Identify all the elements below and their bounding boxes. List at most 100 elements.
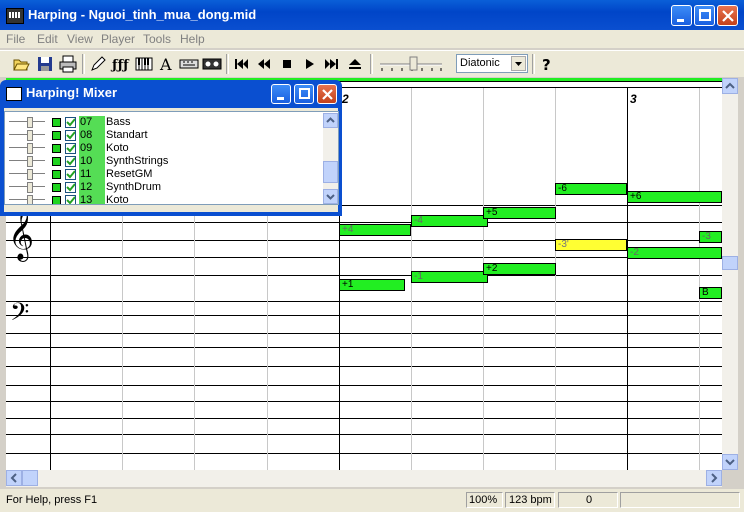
channel-checkbox[interactable] [65,182,76,193]
channel-checkbox[interactable] [65,156,76,167]
stop-icon[interactable] [277,54,297,74]
bass-clef-icon: 𝄢 [10,298,30,333]
mixer-scroll-up-button[interactable] [323,113,338,128]
eject-icon[interactable] [345,54,365,74]
title-bar[interactable]: Harping - Nguoi_tinh_mua_dong.mid [0,0,744,30]
channel-volume-slider[interactable] [9,195,45,204]
note-block[interactable]: -3' [555,239,627,251]
menu-edit[interactable]: Edit [37,32,58,46]
mixer-window[interactable]: Harping! Mixer 07 Bass 08 Standart 09 Ko… [0,80,342,216]
channel-volume-slider[interactable] [9,182,45,193]
menu-view[interactable]: View [67,32,93,46]
channel-number: 13 [79,194,105,204]
maximize-button[interactable] [694,5,715,26]
channel-color-swatch[interactable] [52,157,61,166]
channel-number: 12 [79,181,105,194]
mixer-channel-row[interactable]: 08 Standart [5,129,323,142]
channel-volume-slider[interactable] [9,169,45,180]
play-icon[interactable] [300,54,320,74]
mode-select[interactable]: Diatonic [456,54,528,73]
note-block[interactable]: +1 [339,279,405,291]
mixer-channel-row[interactable]: 09 Koto [5,142,323,155]
open-icon[interactable] [11,54,31,74]
minimize-button[interactable] [671,5,692,26]
note-block[interactable]: +6 [627,191,722,203]
vertical-scrollbar[interactable] [722,78,738,470]
note-block[interactable]: -6 [555,183,627,195]
scroll-right-button[interactable] [706,470,722,486]
channel-color-swatch[interactable] [52,183,61,192]
channel-checkbox[interactable] [65,169,76,180]
mixer-channel-list[interactable]: 07 Bass 08 Standart 09 Koto 10 SynthStri… [4,111,339,205]
staff-line [6,257,722,258]
note-block[interactable]: -2 [627,247,722,259]
note-block[interactable]: +4 [339,224,411,236]
mixer-channel-row[interactable]: 11 ResetGM [5,168,323,181]
menu-file[interactable]: File [6,32,25,46]
skip-start-icon[interactable] [231,54,251,74]
channel-color-swatch[interactable] [52,196,61,204]
slider-knob[interactable] [27,143,33,154]
menu-tools[interactable]: Tools [143,32,171,46]
scroll-thumb[interactable] [22,470,38,486]
mixer-channel-row[interactable]: 07 Bass [5,116,323,129]
menu-help[interactable]: Help [180,32,205,46]
channel-volume-slider[interactable] [9,156,45,167]
channel-volume-slider[interactable] [9,117,45,128]
slider-knob[interactable] [27,117,33,128]
slider-knob[interactable] [27,130,33,141]
channel-checkbox[interactable] [65,195,76,204]
channel-color-swatch[interactable] [52,170,61,179]
mixer-scroll-down-button[interactable] [323,189,338,204]
mixer-channel-row[interactable]: 12 SynthDrum [5,181,323,194]
tape-icon[interactable] [202,54,222,74]
print-icon[interactable] [58,54,78,74]
keyboard-icon[interactable] [179,54,199,74]
harmonica-app-icon[interactable] [6,8,24,24]
save-icon[interactable] [35,54,55,74]
slider-knob[interactable] [27,169,33,180]
note-block[interactable]: -3 [699,231,722,243]
note-block[interactable]: +5 [483,207,556,219]
channel-color-swatch[interactable] [52,118,61,127]
scroll-thumb[interactable] [722,256,738,270]
note-block[interactable]: -1 [411,271,488,283]
text-icon[interactable]: A [157,54,177,74]
scroll-up-button[interactable] [722,78,738,94]
close-button[interactable] [717,5,738,26]
toolbar-separator [226,54,229,74]
pencil-icon[interactable] [88,54,108,74]
mixer-scroll-thumb[interactable] [323,161,338,183]
mixer-vertical-scrollbar[interactable] [323,113,338,204]
channel-checkbox[interactable] [65,130,76,141]
help-icon[interactable]: ? [537,54,557,74]
channel-checkbox[interactable] [65,143,76,154]
slider-knob[interactable] [27,195,33,204]
note-block[interactable]: +2 [483,263,556,275]
note-block[interactable]: B [699,287,722,299]
mixer-close-button[interactable] [317,84,337,104]
mixer-maximize-button[interactable] [294,84,314,104]
svg-text:?: ? [542,56,551,74]
note-block[interactable]: -4 [411,215,488,227]
chevron-down-icon[interactable] [511,56,526,71]
channel-color-swatch[interactable] [52,144,61,153]
volume-slider[interactable] [378,54,444,74]
channel-checkbox[interactable] [65,117,76,128]
mixer-channel-row[interactable]: 13 Koto [5,194,323,204]
slider-knob[interactable] [27,156,33,167]
scroll-left-button[interactable] [6,470,22,486]
channel-color-swatch[interactable] [52,131,61,140]
mixer-minimize-button[interactable] [271,84,291,104]
slider-knob[interactable] [27,182,33,193]
harmonica-icon[interactable]: ƒƒƒ [110,54,130,74]
horizontal-scrollbar[interactable] [6,470,722,487]
mixer-channel-row[interactable]: 10 SynthStrings [5,155,323,168]
menu-player[interactable]: Player [101,32,135,46]
rewind-icon[interactable] [254,54,274,74]
channel-volume-slider[interactable] [9,130,45,141]
piano-icon[interactable] [134,54,154,74]
scroll-down-button[interactable] [722,454,738,470]
skip-end-icon[interactable] [322,54,342,74]
channel-volume-slider[interactable] [9,143,45,154]
